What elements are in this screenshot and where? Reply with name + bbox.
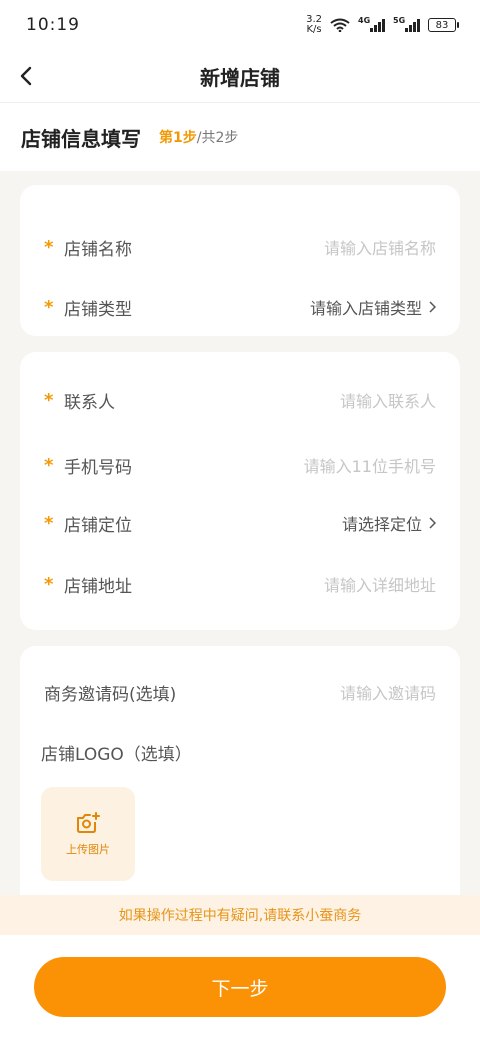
phone-row[interactable]: * 手机号码 请输入11位手机号: [20, 443, 460, 487]
address-label: 店铺地址: [64, 576, 132, 597]
status-icons: 3.2 K/s 4G 5G 83: [306, 14, 459, 35]
upload-text: 上传图片: [66, 843, 110, 856]
help-tip-banner: 如果操作过程中有疑问,请联系小蚕商务: [0, 895, 480, 935]
status-bar: 10:19 3.2 K/s 4G 5G 83: [0, 0, 480, 50]
step-title: 店铺信息填写: [21, 126, 141, 151]
chevron-right-icon: [429, 517, 436, 529]
form-content: * 店铺名称 请输入店铺名称 * 店铺类型 请输入店铺类型 * 联系人 请输入联…: [0, 171, 480, 906]
shop-type-select[interactable]: 请输入店铺类型: [310, 295, 436, 319]
address-row[interactable]: * 店铺地址 请输入详细地址: [20, 562, 460, 606]
chevron-right-icon: [429, 301, 436, 313]
required-mark: *: [44, 573, 54, 595]
invite-code-row[interactable]: 商务邀请码(选填) 请输入邀请码: [20, 670, 460, 714]
next-step-button[interactable]: 下一步: [34, 957, 446, 1017]
wifi-icon: [330, 18, 350, 32]
required-mark: *: [44, 454, 54, 476]
optional-info-card: 商务邀请码(选填) 请输入邀请码 店铺LOGO（选填） 上传图片: [20, 646, 460, 906]
address-input[interactable]: 请输入详细地址: [324, 572, 436, 596]
shop-type-label: 店铺类型: [64, 299, 132, 320]
battery-icon: 83: [428, 18, 459, 32]
contact-input[interactable]: 请输入联系人: [340, 388, 436, 412]
page-title: 新增店铺: [200, 65, 280, 90]
help-tip-text: 如果操作过程中有疑问,请联系小蚕商务: [118, 908, 362, 924]
shop-type-row[interactable]: * 店铺类型 请输入店铺类型: [20, 285, 460, 329]
camera-plus-icon: [77, 812, 100, 833]
invite-code-input[interactable]: 请输入邀请码: [340, 680, 436, 704]
contact-row[interactable]: * 联系人 请输入联系人: [20, 378, 460, 422]
contact-label: 联系人: [64, 392, 115, 413]
upload-image-button[interactable]: 上传图片: [41, 787, 135, 881]
contact-info-card: * 联系人 请输入联系人 * 手机号码 请输入11位手机号 * 店铺定位 请选择…: [20, 352, 460, 630]
phone-input[interactable]: 请输入11位手机号: [304, 453, 436, 477]
back-arrow-icon[interactable]: [14, 62, 42, 90]
shop-name-row[interactable]: * 店铺名称 请输入店铺名称: [20, 225, 460, 269]
nav-bar: 新增店铺: [0, 50, 480, 103]
required-mark: *: [44, 296, 54, 318]
status-time: 10:19: [26, 15, 80, 35]
location-row[interactable]: * 店铺定位 请选择定位: [20, 501, 460, 545]
logo-label: 店铺LOGO（选填）: [41, 744, 192, 765]
basic-info-card: * 店铺名称 请输入店铺名称 * 店铺类型 请输入店铺类型: [20, 185, 460, 336]
location-label: 店铺定位: [64, 515, 132, 536]
required-mark: *: [44, 389, 54, 411]
step-current: 第1步: [159, 130, 197, 146]
phone-label: 手机号码: [64, 457, 132, 478]
step-total: /共2步: [196, 130, 239, 146]
required-mark: *: [44, 236, 54, 258]
network-speed: 3.2 K/s: [306, 14, 322, 35]
signal-4g-icon: 4G: [358, 16, 385, 32]
required-mark: *: [44, 512, 54, 534]
shop-name-label: 店铺名称: [64, 239, 132, 260]
step-header: 店铺信息填写 第1步 /共2步: [0, 103, 480, 171]
logo-row: 店铺LOGO（选填）: [20, 730, 460, 774]
invite-code-label: 商务邀请码(选填): [44, 684, 177, 705]
signal-5g-icon: 5G: [393, 16, 420, 32]
shop-name-input[interactable]: 请输入店铺名称: [324, 235, 436, 259]
location-select[interactable]: 请选择定位: [342, 511, 436, 535]
